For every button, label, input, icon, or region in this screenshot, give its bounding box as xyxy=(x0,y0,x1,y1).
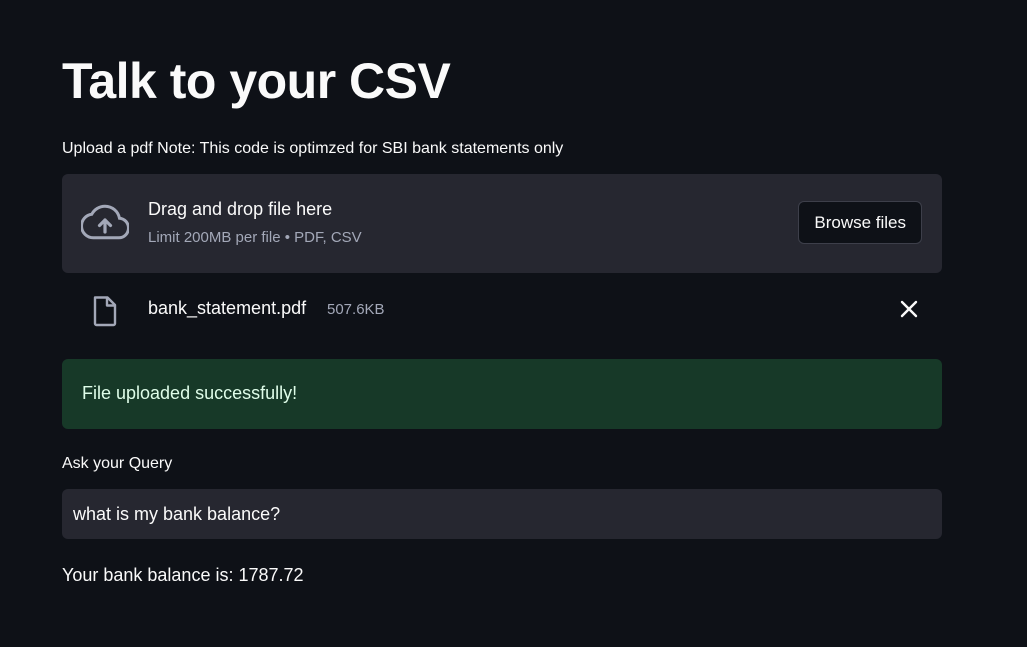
response-text: Your bank balance is: 1787.72 xyxy=(62,565,304,585)
query-input[interactable] xyxy=(62,489,942,539)
cloud-upload-icon xyxy=(81,204,129,240)
browse-files-button[interactable]: Browse files xyxy=(798,201,922,244)
uploader-label: Upload a pdf Note: This code is optimzed… xyxy=(62,140,564,157)
uploaded-file-row: bank_statement.pdf 507.6KB xyxy=(62,290,942,330)
success-alert: File uploaded successfully! xyxy=(62,359,942,429)
success-message: File uploaded successfully! xyxy=(82,383,298,403)
dropzone-subtitle: Limit 200MB per file • PDF, CSV xyxy=(148,229,362,246)
file-dropzone[interactable]: Drag and drop file here Limit 200MB per … xyxy=(62,174,942,273)
uploaded-file-size: 507.6KB xyxy=(327,301,385,318)
dropzone-title: Drag and drop file here xyxy=(148,199,333,219)
close-icon[interactable] xyxy=(898,298,920,320)
file-icon xyxy=(93,296,117,327)
query-label: Ask your Query xyxy=(62,455,173,472)
page-title: Talk to your CSV xyxy=(62,53,451,109)
dropzone-text: Drag and drop file here Limit 200MB per … xyxy=(148,199,362,246)
uploaded-file-name: bank_statement.pdf xyxy=(148,298,307,318)
